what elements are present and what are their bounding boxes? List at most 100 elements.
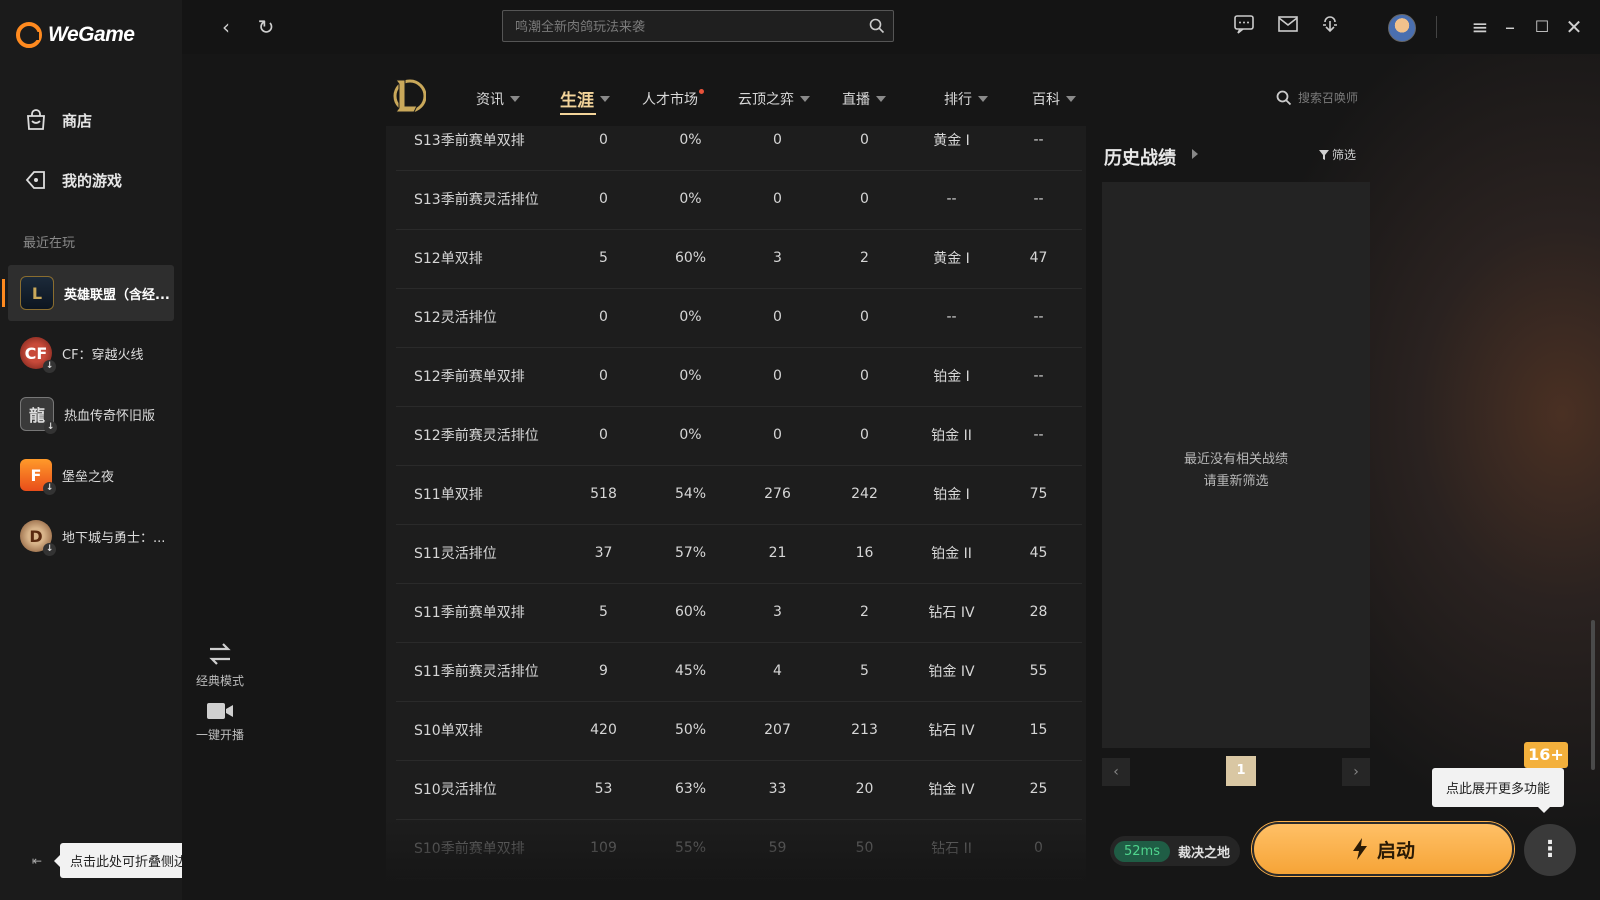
nav-career[interactable]: 生涯 [560, 86, 610, 115]
global-search-input[interactable] [503, 11, 857, 43]
game-name: 热血传奇怀旧版 [64, 408, 156, 424]
search-icon[interactable] [869, 18, 885, 34]
lol-icon: L [20, 276, 54, 310]
empty-state-text: 最近没有相关战绩 [1183, 452, 1288, 467]
season-stats-table: S13季前赛单双排 0 0% 0 0 黄金 I -- S13季前赛灵活排位 0 0% 0 0 -- -- S… [386, 126, 1086, 900]
game-name: 英雄联盟（含经... [64, 287, 170, 303]
match-history-list: 最近没有相关战绩 请重新筛选 [1102, 182, 1370, 748]
download-badge-icon: ↓ [44, 421, 57, 434]
next-page-button[interactable]: › [1342, 758, 1370, 786]
table-row: S11灵活排位 37 57% 21 16 铂金 II 45 [396, 523, 1082, 584]
stat-cell: 47 [1029, 250, 1048, 266]
page-scrollbar[interactable] [1591, 620, 1595, 770]
stat-cell: 0 [860, 427, 869, 443]
download-manager-icon[interactable] [1316, 13, 1344, 41]
download-badge-icon: ↓ [43, 482, 56, 495]
queue-name-cell: S10灵活排位 [414, 782, 497, 798]
user-avatar[interactable] [1388, 14, 1416, 42]
stat-cell: 钻石 IV [928, 605, 975, 621]
stat-cell: 0 [860, 309, 869, 325]
stat-cell: 铂金 I [933, 369, 970, 385]
current-page-indicator[interactable]: 1 [1226, 756, 1256, 786]
sidebar-item-mygames[interactable]: 我的游戏 [24, 168, 122, 192]
queue-name-cell: S11灵活排位 [414, 546, 497, 562]
launch-button[interactable]: 启动 [1252, 822, 1514, 876]
recent-game-dnf[interactable]: D ↓ 地下城与勇士：... [8, 508, 174, 564]
match-history-title[interactable]: 历史战绩 [1104, 144, 1176, 170]
stat-cell: 21 [768, 545, 787, 561]
collapse-sidebar-icon[interactable]: ⇤ [28, 852, 46, 870]
nav-talent-market[interactable]: 人才市场 [642, 89, 704, 109]
empty-state-hint: 请重新筛选 [1203, 474, 1269, 489]
maximize-icon[interactable]: ☐ [1528, 13, 1556, 41]
recent-game-cf[interactable]: CF ↓ CF：穿越火线 [8, 325, 174, 381]
stat-cell: 518 [590, 486, 617, 502]
nav-tft[interactable]: 云顶之弈 [738, 89, 810, 109]
table-row: S11单双排 518 54% 276 242 铂金 I 75 [396, 464, 1082, 525]
chevron-right-icon[interactable] [1192, 149, 1198, 159]
menu-icon[interactable]: ≡ [1466, 13, 1494, 41]
one-click-stream-button[interactable]: 一键开播 [190, 700, 250, 743]
nav-news[interactable]: 资讯 [476, 89, 520, 109]
refresh-icon[interactable]: ↻ [252, 13, 280, 41]
launch-label: 启动 [1376, 839, 1415, 862]
chat-icon[interactable] [1230, 13, 1258, 41]
classic-mode-button[interactable]: 经典模式 [190, 640, 250, 689]
stat-cell: 25 [1029, 781, 1048, 797]
queue-name-cell: S12灵活排位 [414, 310, 497, 326]
sidebar-item-store[interactable]: 商店 [24, 108, 92, 132]
stat-cell: 0 [860, 368, 869, 384]
table-row: S13季前赛单双排 0 0% 0 0 黄金 I -- [396, 126, 1082, 171]
wegame-logo[interactable]: WeGame [16, 22, 135, 48]
queue-name-cell: S11季前赛灵活排位 [414, 664, 539, 680]
recent-game-lol[interactable]: L 英雄联盟（含经... [2, 265, 174, 321]
chevron-down-icon [600, 95, 610, 102]
stat-cell: -- [1033, 309, 1044, 325]
stat-cell: 0 [599, 427, 608, 443]
close-icon[interactable]: ✕ [1560, 13, 1588, 41]
table-row: S13季前赛灵活排位 0 0% 0 0 -- -- [396, 169, 1082, 230]
nav-label: 云顶之弈 [738, 92, 794, 108]
nav-label: 直播 [842, 92, 870, 108]
stat-cell: 0 [599, 368, 608, 384]
stat-cell: 0 [773, 427, 782, 443]
stat-cell: 0 [773, 132, 782, 148]
stat-cell: 3 [773, 250, 782, 266]
sidebar: WeGame 商店 我的游戏 最近在玩 L 英雄联盟（含经... CF ↓ CF：… [0, 0, 182, 900]
minimize-icon[interactable]: – [1496, 13, 1524, 41]
table-row: S10单双排 420 50% 207 213 钻石 IV 15 [396, 700, 1082, 761]
mail-icon[interactable] [1274, 13, 1302, 41]
filter-button[interactable]: 筛选 [1318, 146, 1356, 163]
stat-cell: -- [946, 309, 957, 325]
stat-cell: 242 [851, 486, 878, 502]
nav-label: 生涯 [560, 91, 594, 111]
download-badge-icon: ↓ [43, 360, 56, 373]
summoner-search[interactable]: 搜索召唤师 [1276, 89, 1358, 106]
swap-arrows-icon [209, 643, 231, 665]
recent-game-fortnite[interactable]: F ↓ 堡垒之夜 [8, 447, 174, 503]
stat-cell: 420 [590, 722, 617, 738]
stat-cell: 0% [679, 132, 702, 148]
lol-game-logo[interactable] [390, 76, 426, 116]
server-status[interactable]: 52ms 裁决之地 [1110, 836, 1240, 866]
table-row: S12季前赛灵活排位 0 0% 0 0 铂金 II -- [396, 405, 1082, 466]
recent-game-legend[interactable]: 龍 ↓ 热血传奇怀旧版 [8, 386, 174, 442]
more-options-button[interactable]: ⋮ [1524, 824, 1576, 876]
game-name: 堡垒之夜 [62, 469, 115, 485]
nav-live[interactable]: 直播 [842, 89, 886, 109]
stat-cell: 0 [860, 191, 869, 207]
stat-cell: 54% [674, 486, 707, 502]
stat-cell: 9 [599, 663, 608, 679]
chevron-down-icon [876, 96, 886, 102]
nav-ranking[interactable]: 排行 [944, 89, 988, 109]
back-arrow-icon[interactable]: ‹ [212, 13, 240, 41]
notification-dot [699, 89, 704, 94]
prev-page-button[interactable]: ‹ [1102, 758, 1130, 786]
stat-cell: 63% [674, 781, 707, 797]
classic-mode-label: 经典模式 [195, 674, 244, 688]
sidebar-item-label: 商店 [62, 111, 93, 130]
nav-wiki[interactable]: 百科 [1032, 89, 1076, 109]
stat-cell: 0% [679, 427, 702, 443]
stat-cell: 黄金 I [933, 133, 970, 149]
queue-name-cell: S11季前赛单双排 [414, 605, 525, 621]
